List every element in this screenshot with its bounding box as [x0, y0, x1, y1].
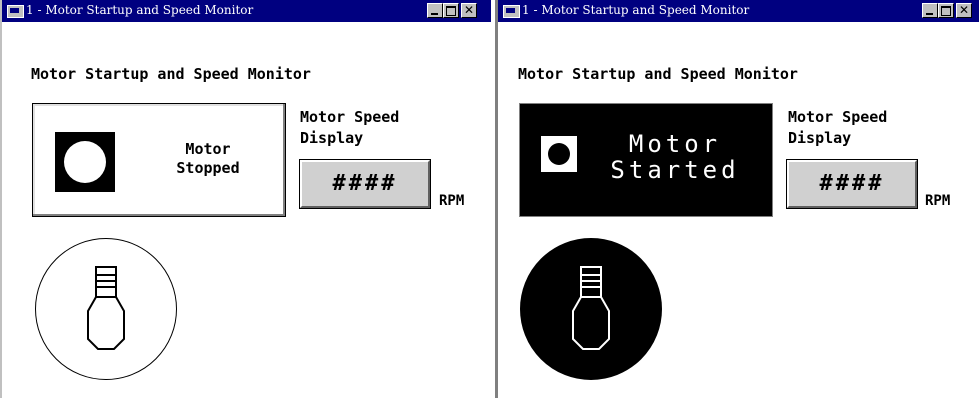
speed-value-display: ####: [299, 159, 431, 209]
bulb-icon: [572, 266, 610, 350]
status-indicator-icon: [55, 132, 115, 192]
status-line-2: Started: [610, 156, 740, 184]
speed-label-line-1: Motor Speed: [300, 108, 400, 126]
speed-label-line-1: Motor Speed: [788, 108, 888, 126]
speed-unit-label: RPM: [439, 193, 465, 209]
status-line-1: Motor: [185, 140, 231, 158]
bulb-icon: [87, 266, 125, 350]
app-icon[interactable]: [7, 5, 24, 18]
page-title: Motor Startup and Speed Monitor: [31, 65, 311, 83]
maximize-button[interactable]: [443, 3, 459, 18]
speed-display-label: Motor Speed Display: [788, 107, 887, 149]
title-bar[interactable]: 1 - Motor Startup and Speed Monitor ✕: [2, 0, 491, 22]
maximize-button[interactable]: [938, 3, 954, 18]
minimize-button[interactable]: [427, 3, 443, 18]
speed-value-display: ####: [786, 159, 918, 209]
speed-unit-label: RPM: [925, 193, 951, 209]
page-title: Motor Startup and Speed Monitor: [518, 65, 798, 83]
close-button[interactable]: ✕: [461, 3, 477, 18]
status-line-1: Motor: [628, 130, 722, 158]
close-button[interactable]: ✕: [956, 3, 972, 18]
motor-start-stop-button[interactable]: Motor Stopped: [32, 103, 286, 217]
status-line-2: Stopped: [176, 159, 240, 177]
indicator-dot: [548, 143, 570, 165]
speed-label-line-2: Display: [788, 129, 852, 147]
window-title: 1 - Motor Startup and Speed Monitor: [522, 3, 750, 17]
speed-display-label: Motor Speed Display: [300, 107, 399, 149]
window-title: 1 - Motor Startup and Speed Monitor: [26, 3, 254, 17]
title-bar[interactable]: 1 - Motor Startup and Speed Monitor ✕: [498, 0, 979, 22]
motor-indicator: [35, 238, 177, 380]
motor-indicator: [520, 238, 662, 380]
app-icon[interactable]: [503, 5, 520, 18]
motor-status-label: Motor Started: [590, 131, 760, 183]
motor-status-label: Motor Stopped: [148, 140, 268, 178]
close-icon: ✕: [463, 3, 475, 17]
window-motor-stopped: 1 - Motor Startup and Speed Monitor ✕ Mo…: [0, 0, 495, 398]
speed-label-line-2: Display: [300, 129, 364, 147]
indicator-dot: [64, 141, 106, 183]
close-icon: ✕: [958, 3, 970, 17]
motor-start-stop-button[interactable]: Motor Started: [519, 103, 773, 217]
minimize-button[interactable]: [922, 3, 938, 18]
status-indicator-icon: [541, 136, 577, 172]
window-motor-started: 1 - Motor Startup and Speed Monitor ✕ Mo…: [495, 0, 979, 398]
